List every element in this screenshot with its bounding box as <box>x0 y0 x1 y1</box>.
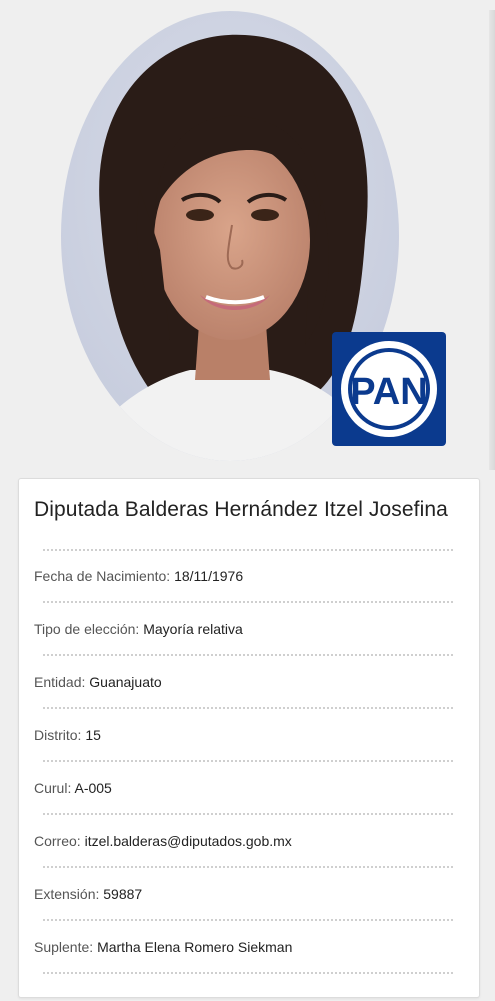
field-label: Suplente: <box>34 939 94 955</box>
divider <box>43 601 453 603</box>
field-substitute: Suplente: Martha Elena Romero Siekman <box>34 939 292 955</box>
divider <box>43 760 453 762</box>
field-election-type: Tipo de elección: Mayoría relativa <box>34 621 243 637</box>
field-value: Guanajuato <box>89 674 162 690</box>
divider <box>43 707 453 709</box>
deputy-profile-page: PAN Diputada Balderas Hernández Itzel Jo… <box>0 0 495 1001</box>
field-label: Tipo de elección: <box>34 621 140 637</box>
field-district: Distrito: 15 <box>34 727 101 743</box>
field-value: Mayoría relativa <box>143 621 243 637</box>
party-logo-text: PAN <box>350 371 427 413</box>
deputy-info-card: Diputada Balderas Hernández Itzel Josefi… <box>18 478 480 998</box>
field-extension: Extensión: 59887 <box>34 886 142 902</box>
pan-logo-icon: PAN <box>341 341 437 437</box>
field-value: 59887 <box>103 886 143 902</box>
divider <box>43 919 453 921</box>
field-label: Distrito: <box>34 727 82 743</box>
side-panel-edge <box>489 10 495 470</box>
field-birthdate: Fecha de Nacimiento: 18/11/1976 <box>34 568 243 584</box>
deputy-name-title: Diputada Balderas Hernández Itzel Josefi… <box>34 498 448 521</box>
field-label: Correo: <box>34 833 81 849</box>
field-label: Extensión: <box>34 886 100 902</box>
field-value: 18/11/1976 <box>174 568 244 584</box>
party-logo: PAN <box>332 332 446 446</box>
field-value: A-005 <box>74 780 112 796</box>
divider <box>43 654 453 656</box>
divider <box>43 813 453 815</box>
field-label: Curul: <box>34 780 72 796</box>
divider <box>43 866 453 868</box>
field-label: Fecha de Nacimiento: <box>34 568 171 584</box>
field-value-email[interactable]: itzel.balderas@diputados.gob.mx <box>85 833 292 849</box>
divider <box>43 549 453 551</box>
divider <box>43 972 453 974</box>
field-value: Martha Elena Romero Siekman <box>97 939 293 955</box>
field-label: Entidad: <box>34 674 86 690</box>
field-email: Correo: itzel.balderas@diputados.gob.mx <box>34 833 292 849</box>
field-state: Entidad: Guanajuato <box>34 674 162 690</box>
field-value: 15 <box>85 727 101 743</box>
field-seat: Curul: A-005 <box>34 780 112 796</box>
